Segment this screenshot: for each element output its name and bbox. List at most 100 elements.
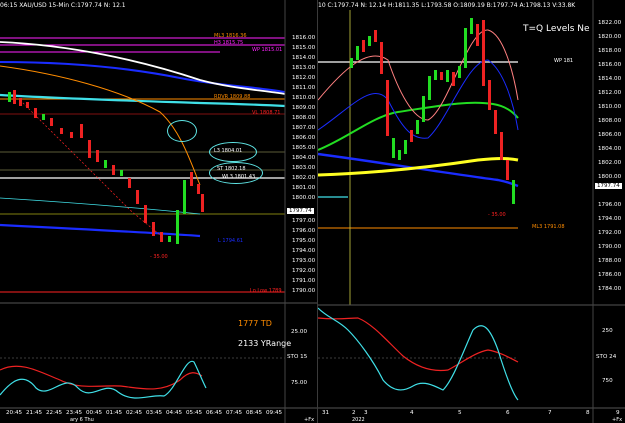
time-tick: 01:45 <box>106 410 123 416</box>
dashed-trend <box>19 99 161 236</box>
lolow-label: Lo Low 1789 <box>250 288 282 294</box>
osc-25: 25.00 <box>291 329 308 335</box>
osc-75: 75.00 <box>291 380 308 386</box>
price-tick: 1810.00 <box>598 104 622 110</box>
wp-label: WP 1815.01 <box>252 47 283 53</box>
fx-label: +Fx <box>612 417 623 423</box>
ma-blue-lower <box>0 223 201 238</box>
price-tick: 1802.00 <box>598 160 622 166</box>
price-tick: 1795.00 <box>292 238 316 244</box>
time-tick: 06:45 <box>206 410 223 416</box>
price-tick: 1804.00 <box>598 146 622 152</box>
price-tick: 1822.00 <box>598 20 622 26</box>
price-tick: 1792.00 <box>292 268 316 274</box>
time-tick: 09:45 <box>266 410 283 416</box>
ml3-label: ML3 1791.08 <box>532 224 565 230</box>
price-tick: 1811.00 <box>292 85 316 91</box>
price-tick: 1814.00 <box>598 76 622 82</box>
price-tick: 1794.00 <box>598 216 622 222</box>
price-tick: 1806.00 <box>598 132 622 138</box>
time-tick: 20:45 <box>6 410 23 416</box>
price-tick: 1802.00 <box>292 175 316 181</box>
price-tick: 1812.00 <box>292 75 316 81</box>
l3-label: L3 1804.01 <box>214 148 243 154</box>
osc-sto: STO 15 <box>287 354 308 360</box>
price-tick: 1804.00 <box>292 155 316 161</box>
price-tick: 1815.00 <box>292 45 316 51</box>
time-tick: 2 <box>352 410 356 416</box>
time-tick: 02:45 <box>126 410 143 416</box>
price-tick: 1784.00 <box>598 286 622 292</box>
candles <box>350 18 515 204</box>
time-tick: 5 <box>458 410 462 416</box>
price-tick: 1793.00 <box>292 258 316 264</box>
price-tick: 1801.00 <box>292 185 316 191</box>
price-tick: 1812.00 <box>598 90 622 96</box>
time-tick: 8 <box>586 410 590 416</box>
time-tick: 23:45 <box>66 410 83 416</box>
time-tick: 6 <box>506 410 510 416</box>
price-tick: 1816.00 <box>292 35 316 41</box>
price-tick: 1796.00 <box>292 228 316 234</box>
minus35-label: - 35.00 <box>488 212 506 218</box>
price-tick: 1813.00 <box>292 65 316 71</box>
time-tick: 05:45 <box>186 410 203 416</box>
xauusd-15min-chart[interactable]: 06:15 XAU/USD 15-Min C:1797.74 N: 12.1 M… <box>0 0 317 423</box>
price-tick: 1805.00 <box>292 145 316 151</box>
time-tick: 00:45 <box>86 410 103 416</box>
price-tick: 1791.00 <box>292 278 316 284</box>
time-tick: 31 <box>322 410 330 416</box>
sto-cyan-line <box>318 307 519 401</box>
time-tick: 03:45 <box>146 410 163 416</box>
h3-label: H3 1815.75 <box>214 40 244 46</box>
sto-cyan-line <box>0 360 207 399</box>
price-tick: 1796.00 <box>598 202 622 208</box>
price-tick: 1809.00 <box>292 105 316 111</box>
price-tick: 1820.00 <box>598 34 622 40</box>
xauusd-120min-chart[interactable]: 10 C:1797.74 N: 12.14 H:1811.35 L:1793.5… <box>318 0 625 423</box>
price-tick: 1814.00 <box>292 55 316 61</box>
minus35-label: - 35.00 <box>150 254 168 260</box>
time-tick: 21:45 <box>26 410 43 416</box>
price-tick: 1807.00 <box>292 125 316 131</box>
price-tick: 1803.00 <box>292 165 316 171</box>
current-price-tag: 1797.74 <box>287 208 314 214</box>
time-tick: 04:45 <box>166 410 183 416</box>
time-tick: 9 <box>616 410 620 416</box>
vl-label: VL 1808.71 <box>252 110 281 116</box>
sto-red-line <box>0 365 203 390</box>
st-label: ST 1802.18 <box>217 166 246 172</box>
price-tick: 1800.00 <box>292 195 316 201</box>
ma-yellow <box>318 157 519 177</box>
price-tick: 1790.00 <box>598 244 622 250</box>
time-tick: 22:45 <box>46 410 63 416</box>
price-tick: 1794.00 <box>292 248 316 254</box>
osc-sto: STO 24 <box>596 354 617 360</box>
osc-750: 750 <box>602 378 613 384</box>
ml3-label: ML3 1816.36 <box>214 33 247 39</box>
fx-label: +Fx <box>304 417 315 423</box>
date-label: ary 6 Thu <box>70 417 94 423</box>
candles <box>8 90 204 244</box>
time-tick: 08:45 <box>246 410 263 416</box>
time-tick: 7 <box>548 410 552 416</box>
td-label: 1777 TD <box>238 319 272 328</box>
price-tick: 1788.00 <box>598 258 622 264</box>
highlight-circle-upper <box>167 120 197 142</box>
time-tick: 3 <box>364 410 368 416</box>
wp-label: WP 181 <box>554 58 574 64</box>
year-label: 2022 <box>352 417 365 423</box>
osc-250: 250 <box>602 328 613 334</box>
price-tick: 1792.00 <box>598 230 622 236</box>
ma-cyan-thin <box>0 197 201 215</box>
price-tick: 1790.00 <box>292 288 316 294</box>
right-price-plot <box>318 0 625 423</box>
left-price-plot <box>0 0 317 423</box>
lbox-label: L 1794.61 <box>218 238 244 244</box>
price-tick: 1806.00 <box>292 135 316 141</box>
sto-red-line <box>318 317 519 372</box>
price-tick: 1786.00 <box>598 272 622 278</box>
current-price-tag: 1797.74 <box>595 183 622 189</box>
wl3-label: WL3 1801.43 <box>222 174 256 180</box>
time-tick: 4 <box>410 410 414 416</box>
